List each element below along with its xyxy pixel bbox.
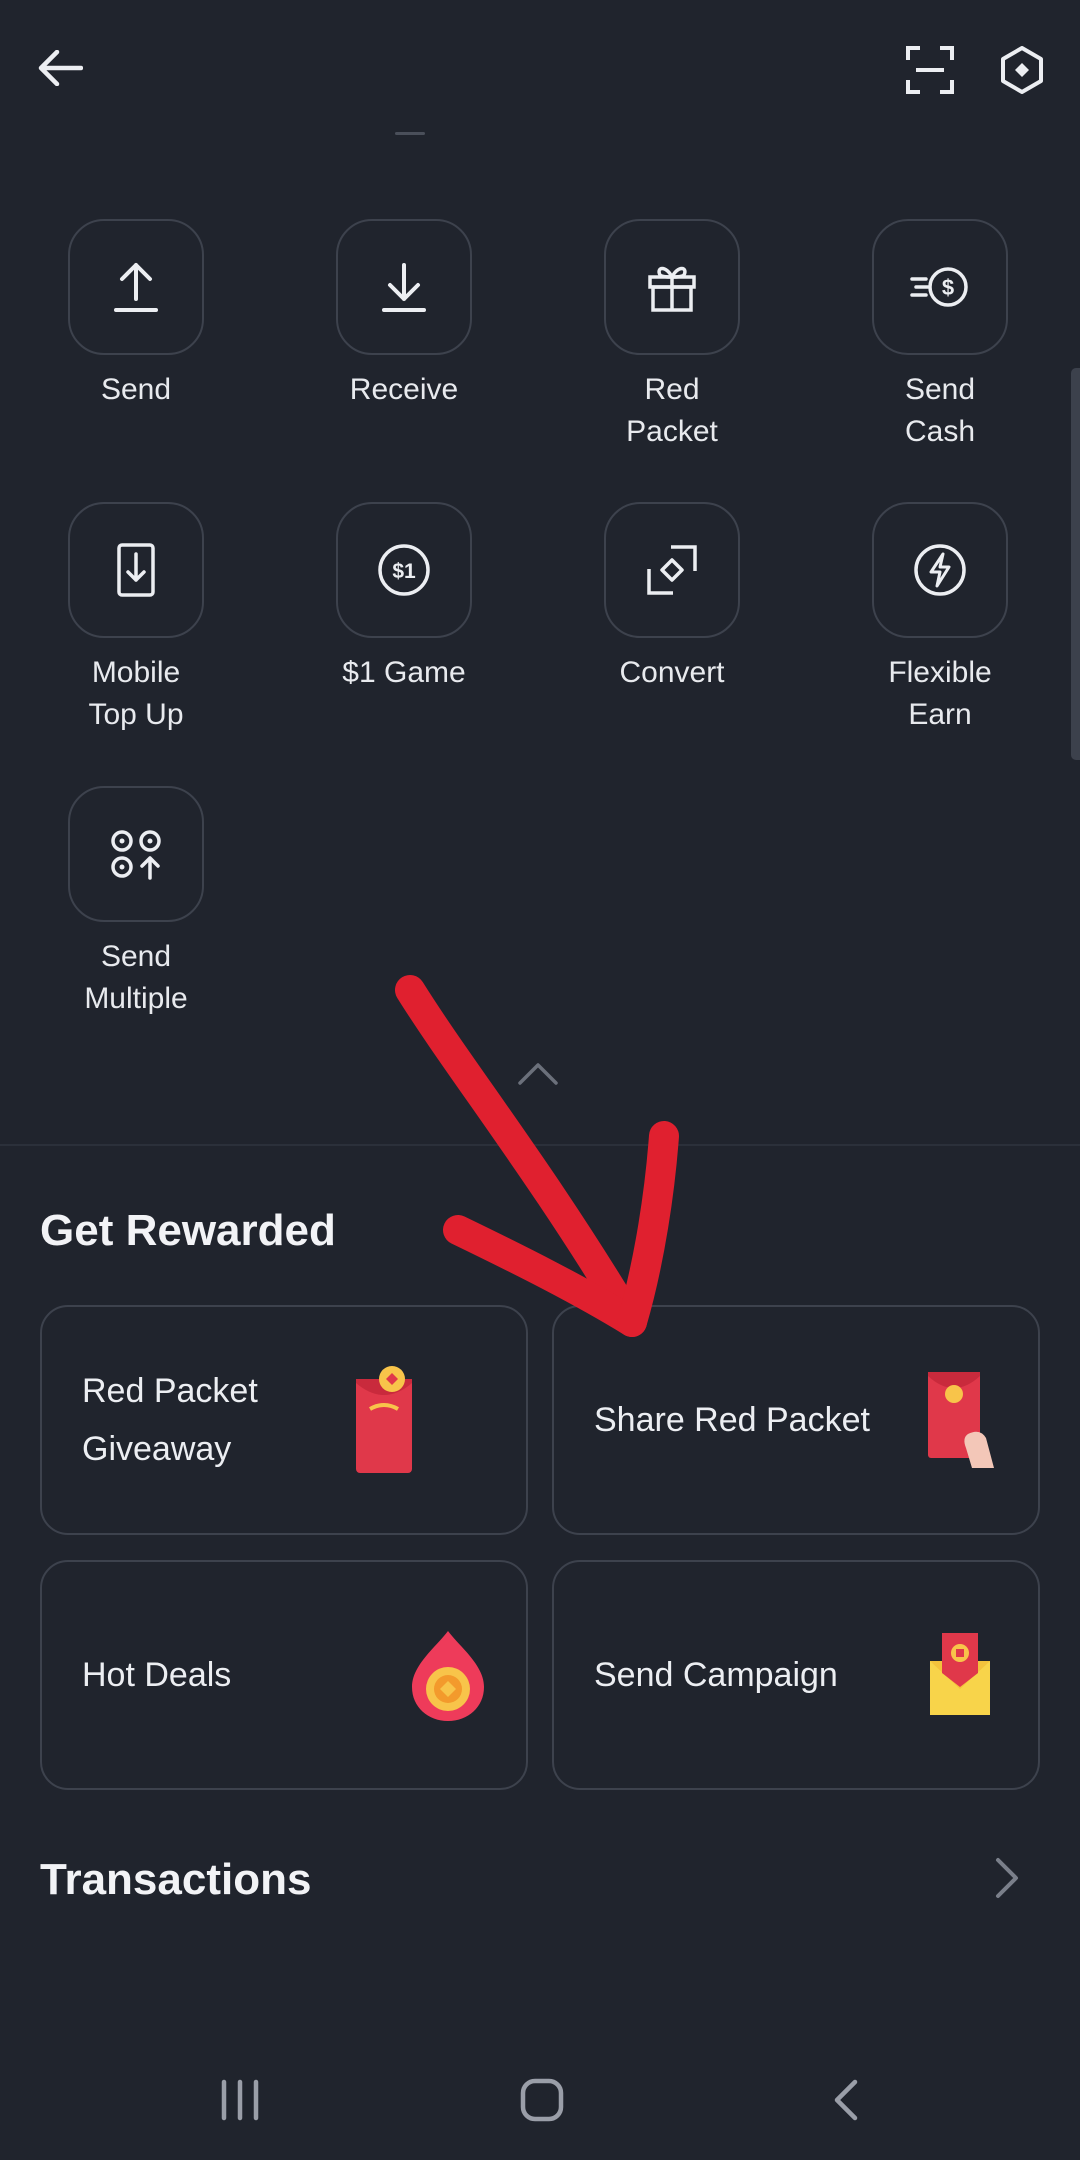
nav-back-button[interactable]: [796, 2060, 896, 2140]
action-1-game[interactable]: $1 $1 Game: [279, 502, 529, 694]
action-tile[interactable]: [604, 219, 740, 355]
top-bar: [0, 0, 1080, 140]
collapse-button[interactable]: [512, 1055, 564, 1091]
card-share-red-packet[interactable]: Share Red Packet: [552, 1305, 1040, 1535]
system-nav-bar: [0, 2040, 1080, 2160]
home-button[interactable]: [492, 2060, 592, 2140]
flame-icon: [406, 1620, 490, 1730]
section-divider: [0, 1144, 1080, 1146]
multiple-coins-icon: [111, 830, 161, 880]
gift-icon: [648, 266, 696, 312]
action-convert[interactable]: Convert: [547, 502, 797, 694]
action-label: Receive: [349, 373, 459, 406]
hexagon-settings-icon: [1001, 46, 1043, 94]
action-label: Flexible Earn: [888, 656, 992, 731]
action-tile[interactable]: [872, 502, 1008, 638]
svg-text:$1: $1: [392, 560, 416, 583]
action-label: Convert: [619, 656, 725, 689]
drag-handle[interactable]: [395, 132, 425, 135]
scan-icon: [906, 46, 954, 94]
action-mobile-top-up[interactable]: Mobile Top Up: [11, 502, 261, 736]
action-label: Red Packet: [626, 373, 718, 448]
action-tile[interactable]: [68, 786, 204, 922]
action-tile[interactable]: [68, 502, 204, 638]
arrow-left-icon: [38, 50, 83, 86]
action-label: Mobile Top Up: [88, 656, 184, 731]
chevron-right-icon: [996, 1858, 1018, 1898]
download-icon: [382, 263, 426, 312]
action-send[interactable]: Send: [11, 219, 261, 411]
action-tile[interactable]: [68, 219, 204, 355]
share-red-packet-icon: [918, 1365, 1002, 1475]
cash-coin-icon: $: [910, 267, 968, 307]
scan-button[interactable]: [894, 34, 966, 106]
transactions-title: Transactions: [40, 1855, 312, 1904]
action-red-packet[interactable]: Red Packet: [547, 219, 797, 453]
action-tile[interactable]: [336, 219, 472, 355]
action-tile[interactable]: [604, 502, 740, 638]
nav-back-icon: [834, 2079, 858, 2121]
chevron-up-icon: [518, 1063, 558, 1085]
convert-icon: [647, 545, 697, 595]
action-tile[interactable]: $1: [336, 502, 472, 638]
card-label: Share Red Packet: [594, 1401, 870, 1439]
card-label: Red Packet Giveaway: [82, 1372, 258, 1468]
action-send-multiple[interactable]: Send Multiple: [11, 786, 261, 1020]
upload-icon: [114, 263, 158, 312]
card-red-packet-giveaway[interactable]: Red Packet Giveaway: [40, 1305, 528, 1535]
action-tile[interactable]: $: [872, 219, 1008, 355]
recents-button[interactable]: [190, 2060, 290, 2140]
phone-topup-icon: [117, 543, 155, 597]
action-flexible-earn[interactable]: Flexible Earn: [815, 502, 1065, 736]
red-packet-giveaway-icon: [342, 1365, 426, 1475]
card-label: Send Campaign: [594, 1656, 838, 1694]
action-label: $1 Game: [342, 656, 466, 689]
transactions-chevron-button[interactable]: [990, 1856, 1030, 1904]
lightning-icon: [914, 544, 966, 596]
action-label: Send Multiple: [84, 940, 188, 1015]
dollar-coin-icon: $1: [378, 544, 430, 596]
action-send-cash[interactable]: $ Send Cash: [815, 219, 1065, 453]
campaign-envelope-icon: [918, 1620, 1002, 1730]
scrollbar[interactable]: [1071, 368, 1080, 760]
card-send-campaign[interactable]: Send Campaign: [552, 1560, 1040, 1790]
back-button[interactable]: [24, 36, 96, 100]
home-icon: [520, 2078, 564, 2122]
card-label: Hot Deals: [82, 1656, 232, 1694]
svg-text:$: $: [942, 275, 954, 300]
action-label: Send Cash: [904, 373, 976, 448]
action-label: Send: [100, 373, 172, 406]
card-hot-deals[interactable]: Hot Deals: [40, 1560, 528, 1790]
settings-button[interactable]: [986, 34, 1058, 106]
recents-icon: [221, 2079, 259, 2121]
action-receive[interactable]: Receive: [279, 219, 529, 411]
get-rewarded-title: Get Rewarded: [40, 1206, 336, 1255]
